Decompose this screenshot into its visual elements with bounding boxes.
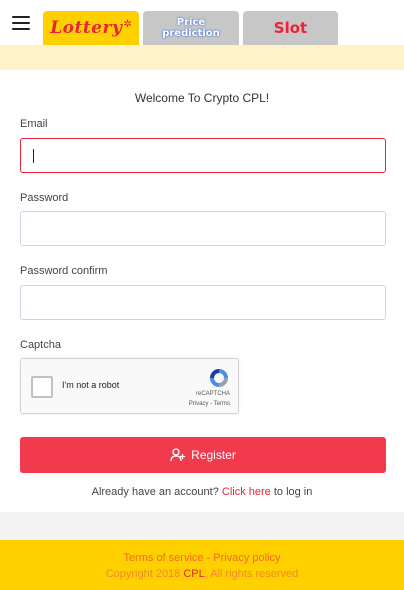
recaptcha-widget: I'm not a robot reCAPTCHA Privacy - Term…	[20, 358, 239, 414]
tab-lottery[interactable]: Lottery ✲	[43, 11, 139, 45]
tab-slot[interactable]: Slot	[243, 11, 338, 45]
recaptcha-brand: reCAPTCHA	[195, 391, 230, 397]
register-button[interactable]: Register	[20, 437, 386, 473]
tab-price-prediction[interactable]: Price prediction	[143, 11, 239, 45]
recaptcha-terms-link[interactable]: Terms	[214, 401, 230, 407]
password-confirm-label: Password confirm	[20, 265, 108, 277]
email-label: Email	[20, 118, 48, 130]
login-link[interactable]: Click here	[222, 486, 271, 498]
tab-price-label-line1: Price	[176, 17, 206, 28]
sparkle-icon: ✲	[123, 18, 132, 30]
menu-bar-line	[12, 28, 30, 30]
top-bar: Lottery ✲ Price prediction Slot	[0, 0, 404, 45]
register-button-label: Register	[191, 448, 236, 462]
password-confirm-field[interactable]	[20, 285, 386, 320]
copyright: Copyright 2018 CPL, All rights reserved	[0, 568, 404, 580]
menu-bar-line	[12, 22, 30, 24]
text-caret	[33, 149, 34, 163]
footer-separator: -	[203, 552, 214, 564]
privacy-policy-link[interactable]: Privacy policy	[213, 552, 280, 564]
recaptcha-privacy-link[interactable]: Privacy	[189, 401, 209, 407]
add-user-icon	[170, 448, 186, 462]
login-prompt-suffix: to log in	[273, 486, 313, 498]
menu-bar-line	[12, 16, 30, 18]
captcha-label: Captcha	[20, 339, 61, 351]
password-label: Password	[20, 192, 69, 204]
recaptcha-links: Privacy - Terms	[189, 401, 230, 407]
password-field[interactable]	[20, 211, 386, 246]
hamburger-menu-icon[interactable]	[12, 16, 30, 30]
copyright-brand-link[interactable]: CPL	[183, 568, 204, 580]
login-prompt: Already have an account? Click here to l…	[0, 486, 404, 498]
tab-lottery-label: Lottery	[50, 18, 123, 38]
login-prompt-text: Already have an account?	[91, 486, 219, 498]
copyright-suffix: , All rights reserved	[204, 568, 299, 580]
copyright-prefix: Copyright 2018	[105, 568, 181, 580]
welcome-heading: Welcome To Crypto CPL!	[134, 91, 270, 105]
email-field[interactable]	[20, 138, 386, 173]
footer-links: Terms of service - Privacy policy	[0, 552, 404, 564]
recaptcha-checkbox[interactable]	[31, 376, 53, 398]
header-strip	[0, 45, 404, 70]
terms-of-service-link[interactable]: Terms of service	[123, 552, 203, 564]
tab-price-label-line2: prediction	[162, 28, 220, 39]
recaptcha-checkbox-label: I'm not a robot	[62, 380, 120, 390]
recaptcha-logo-icon	[210, 369, 228, 387]
footer: Terms of service - Privacy policy Copyri…	[0, 540, 404, 590]
tab-slot-label: Slot	[273, 19, 308, 37]
